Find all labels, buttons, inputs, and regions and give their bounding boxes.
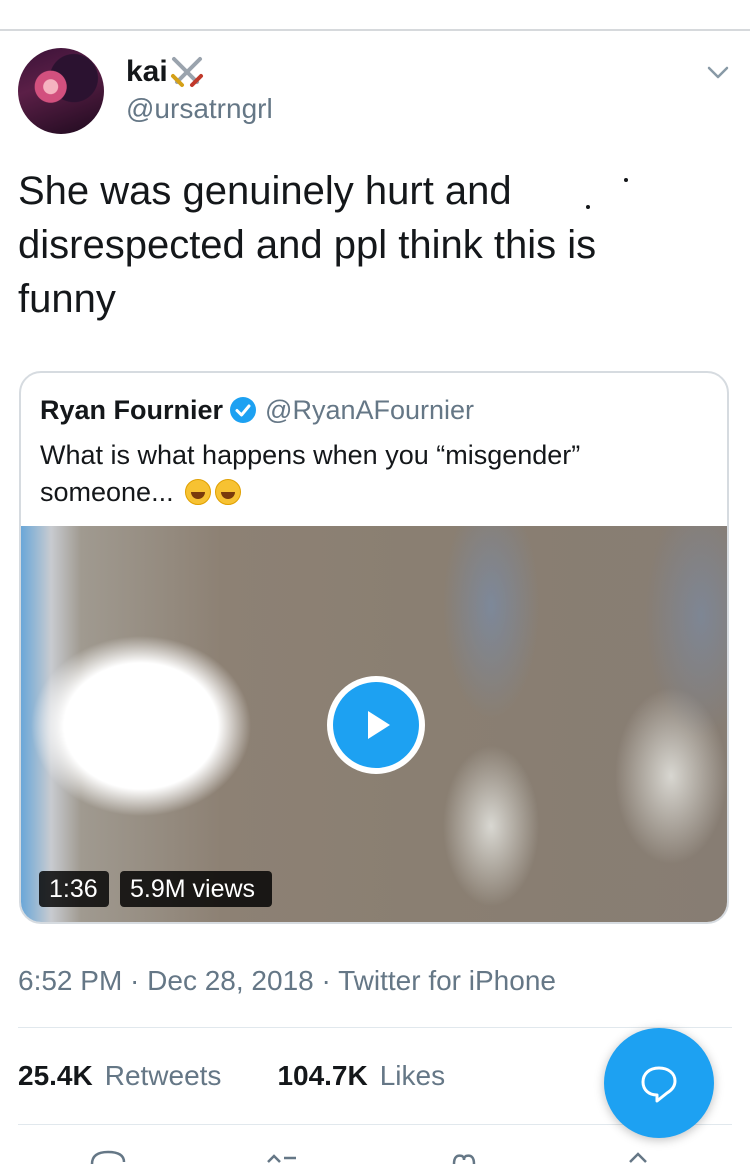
stray-dot [624, 178, 628, 182]
retweet-icon[interactable] [262, 1148, 302, 1168]
top-divider [0, 29, 750, 31]
reply-icon[interactable] [88, 1148, 128, 1168]
video-player[interactable]: 1:36 5.9M views [21, 526, 727, 922]
divider [18, 1027, 732, 1028]
tweet-stats: 25.4K Retweets 104.7K Likes [18, 1058, 445, 1094]
compose-reply-button[interactable] [604, 1028, 714, 1138]
likes-stat[interactable]: 104.7K Likes [277, 1058, 445, 1094]
quoted-author-name: Ryan Fournier [40, 395, 224, 425]
play-button[interactable] [327, 676, 425, 774]
video-duration: 1:36 [39, 871, 109, 907]
rofl-emoji-icon [185, 479, 212, 505]
likes-count: 104.7K [277, 1060, 368, 1091]
display-name-text: kai [126, 55, 168, 88]
retweets-stat[interactable]: 25.4K Retweets [18, 1058, 221, 1094]
user-handle[interactable]: @ursatrngrl [126, 92, 273, 126]
tweet-timestamp[interactable]: 6:52 PM · Dec 28, 2018 · Twitter for iPh… [18, 962, 556, 1000]
like-icon[interactable] [444, 1148, 484, 1168]
retweets-label: Retweets [104, 1060, 222, 1091]
crossed-swords-icon [170, 57, 203, 87]
video-view-count: 5.9M views [120, 871, 272, 907]
quoted-author-handle: @RyanAFournier [265, 395, 475, 425]
quoted-tweet-text: What is what happens when you “misgender… [40, 437, 690, 511]
quoted-tweet-text-content: What is what happens when you “misgender… [40, 440, 581, 507]
likes-label: Likes [379, 1060, 446, 1091]
quoted-tweet-card[interactable]: Ryan Fournier @RyanAFournier What is wha… [19, 371, 729, 924]
tweet-text: She was genuinely hurt and disrespected … [18, 169, 597, 321]
retweets-count: 25.4K [18, 1060, 93, 1091]
display-name[interactable]: kai [126, 55, 204, 89]
share-icon[interactable] [618, 1148, 658, 1168]
rofl-emoji-icon [215, 479, 242, 505]
quoted-tweet-header: Ryan Fournier @RyanAFournier [40, 393, 474, 427]
chevron-down-icon[interactable] [704, 58, 732, 86]
verified-badge-icon [230, 397, 257, 423]
avatar[interactable] [18, 48, 104, 134]
stray-dot [586, 205, 590, 209]
play-icon [368, 711, 390, 739]
play-button-circle [333, 682, 419, 768]
compose-reply-icon [641, 1066, 677, 1103]
